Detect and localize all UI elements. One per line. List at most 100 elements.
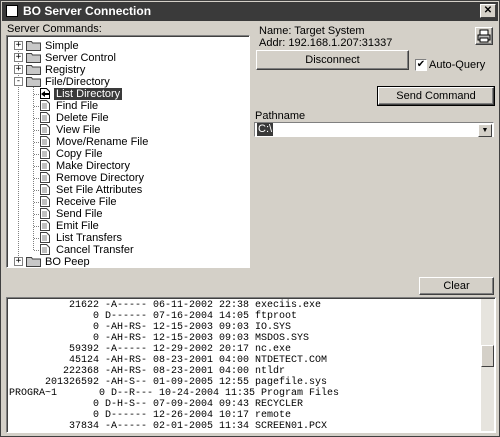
print-button[interactable]	[475, 27, 493, 45]
disconnect-button[interactable]: Disconnect	[256, 50, 409, 70]
tree-node-simple[interactable]: + Simple	[7, 40, 247, 52]
tree-node-set-file-attributes[interactable]: Set File Attributes	[7, 184, 247, 196]
tree-node-list-directory[interactable]: List Directory	[7, 88, 247, 100]
app-icon	[6, 5, 18, 17]
command-icon	[40, 172, 50, 183]
folder-icon	[26, 52, 42, 63]
tree-node-send-file[interactable]: Send File	[7, 208, 247, 220]
tree-node-label: Registry	[45, 64, 86, 76]
tree-connector	[34, 154, 39, 155]
tree-node-label: View File	[56, 124, 101, 136]
pathname-label: Pathname	[255, 110, 306, 122]
tree-node-server-control[interactable]: + Server Control	[7, 52, 247, 64]
command-icon	[40, 136, 50, 147]
tree-node-move-rename-file[interactable]: Move/Rename File	[7, 136, 247, 148]
tree-node-label: Delete File	[56, 112, 109, 124]
bo-server-connection-window: BO Server Connection ✕ Server Commands: …	[0, 0, 500, 437]
close-icon: ✕	[483, 5, 493, 16]
tree-node-label: Emit File	[56, 220, 99, 232]
tree-connector	[34, 238, 39, 239]
responses-scrollbar[interactable]	[481, 299, 494, 431]
close-button[interactable]: ✕	[480, 4, 496, 18]
tree-connector	[34, 250, 39, 251]
tree-connector	[34, 178, 39, 179]
checkmark-icon: ✔	[416, 59, 426, 70]
command-icon	[40, 244, 50, 255]
tree-node-label: Simple	[45, 40, 79, 52]
command-icon	[40, 124, 50, 135]
tree-node-label: Receive File	[56, 196, 117, 208]
printer-icon	[477, 29, 491, 43]
command-icon	[40, 160, 50, 171]
tree-connector	[34, 226, 39, 227]
command-icon	[40, 208, 50, 219]
tree-connector	[34, 202, 39, 203]
tree-node-label: Set File Attributes	[56, 184, 143, 196]
command-icon	[40, 100, 50, 111]
tree-node-label: Make Directory	[56, 160, 130, 172]
tree-node-cancel-transfer[interactable]: Cancel Transfer	[7, 244, 247, 256]
collapse-icon[interactable]: -	[14, 77, 23, 86]
command-icon	[40, 148, 50, 159]
expand-icon[interactable]: +	[14, 257, 23, 266]
tree-node-label: Find File	[56, 100, 99, 112]
tree-node-receive-file[interactable]: Receive File	[7, 196, 247, 208]
tree-node-label: BO Peep	[45, 256, 90, 268]
tree-node-label: Copy File	[56, 148, 103, 160]
tree-node-delete-file[interactable]: Delete File	[7, 112, 247, 124]
chevron-down-icon[interactable]: ▼	[478, 124, 492, 137]
tree-connector	[34, 106, 39, 107]
server-commands-label: Server Commands:	[7, 23, 102, 35]
expand-icon[interactable]: +	[14, 41, 23, 50]
responses-output[interactable]: 21622 -A----- 06-11-2002 22:38 execiis.e…	[6, 297, 496, 433]
pathname-value: C:\	[257, 123, 274, 136]
tree-node-bo-peep[interactable]: + BO Peep	[7, 256, 247, 268]
folder-icon	[26, 64, 42, 75]
tree-node-view-file[interactable]: View File	[7, 124, 247, 136]
tree-connector	[34, 118, 39, 119]
pathname-combobox[interactable]: C:\ ▼	[254, 122, 494, 137]
expand-icon[interactable]: +	[14, 65, 23, 74]
tree-connector	[34, 166, 39, 167]
tree-node-label: File/Directory	[45, 76, 110, 88]
tree-node-label: List Directory	[54, 88, 123, 100]
folder-icon	[26, 256, 42, 267]
auto-query-label: Auto-Query	[429, 59, 486, 71]
tree-node-remove-directory[interactable]: Remove Directory	[7, 172, 247, 184]
tree-node-label: List Transfers	[56, 232, 123, 244]
command-icon	[40, 196, 50, 207]
tree-node-make-directory[interactable]: Make Directory	[7, 160, 247, 172]
server-name: Name: Target System	[259, 25, 365, 37]
folder-icon	[26, 76, 42, 87]
tree-node-label: Move/Rename File	[56, 136, 149, 148]
expand-icon[interactable]: +	[14, 53, 23, 62]
server-commands-tree[interactable]: + Simple + Server Control + Registry - File/Dir…	[6, 35, 250, 268]
response-line: 37834 -A----- 02-01-2005 11:34 SCREEN01.…	[9, 421, 328, 432]
scrollbar-thumb[interactable]	[481, 345, 494, 367]
tree-node-label: Cancel Transfer	[56, 244, 134, 256]
tree-node-label: Remove Directory	[56, 172, 145, 184]
command-icon	[40, 220, 50, 231]
tree-connector	[34, 94, 39, 95]
clear-responses-button[interactable]: Clear Responses	[419, 277, 494, 308]
tree-node-label: Send File	[56, 208, 103, 220]
tree-node-label: Server Control	[45, 52, 116, 64]
folder-icon	[26, 40, 42, 51]
command-icon	[40, 184, 50, 195]
tree-connector	[34, 130, 39, 131]
tree-connector	[34, 190, 39, 191]
title-bar: BO Server Connection ✕	[2, 2, 498, 21]
tree-node-emit-file[interactable]: Emit File	[7, 220, 247, 232]
command-icon	[40, 88, 50, 99]
tree-connector	[34, 214, 39, 215]
send-command-button[interactable]: Send Command	[377, 86, 495, 106]
tree-node-registry[interactable]: + Registry	[7, 64, 247, 76]
tree-node-copy-file[interactable]: Copy File	[7, 148, 247, 160]
auto-query-checkbox[interactable]: ✔	[415, 59, 427, 71]
tree-node-file-directory[interactable]: - File/Directory	[7, 76, 247, 88]
window-title: BO Server Connection	[23, 4, 152, 18]
command-icon	[40, 112, 50, 123]
command-icon	[40, 232, 50, 243]
tree-node-find-file[interactable]: Find File	[7, 100, 247, 112]
tree-node-list-transfers[interactable]: List Transfers	[7, 232, 247, 244]
